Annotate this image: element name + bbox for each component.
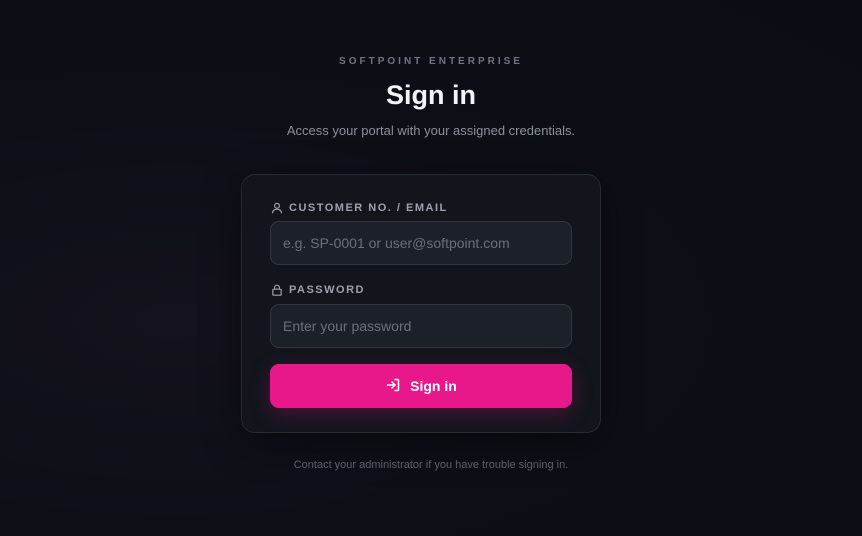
customer-input[interactable] [270, 221, 572, 265]
brand-eyebrow: SOFTPOINT ENTERPRISE [339, 56, 523, 67]
password-input[interactable] [270, 304, 572, 348]
login-card: CUSTOMER NO. / EMAIL PASSWORD Sign in [241, 174, 601, 433]
sign-in-button-label: Sign in [410, 378, 457, 394]
password-label-text: PASSWORD [289, 284, 365, 296]
page-subtitle: Access your portal with your assigned cr… [286, 123, 576, 138]
password-field-label: PASSWORD [271, 283, 365, 297]
lock-icon [271, 284, 283, 296]
page-title: Sign in [386, 80, 476, 110]
sign-in-button[interactable]: Sign in [270, 364, 572, 408]
login-icon [385, 377, 401, 396]
customer-field-label: CUSTOMER NO. / EMAIL [271, 201, 448, 215]
help-note: Contact your administrator if you have t… [293, 459, 569, 471]
user-icon [271, 202, 283, 214]
customer-label-text: CUSTOMER NO. / EMAIL [289, 202, 448, 214]
